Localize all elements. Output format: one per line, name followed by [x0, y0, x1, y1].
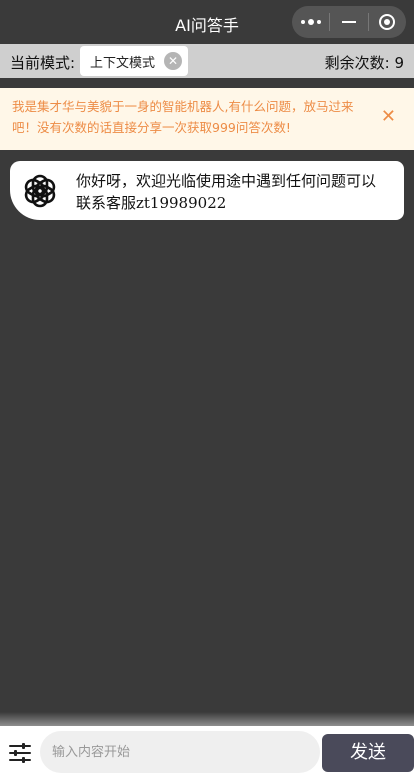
sliders-icon[interactable]: [8, 741, 32, 765]
send-button[interactable]: 发送: [322, 734, 414, 772]
composer-bar: 发送: [0, 726, 414, 780]
mode-label: 当前模式:: [10, 54, 76, 72]
close-app-button[interactable]: [369, 6, 406, 38]
mode-selector-chip[interactable]: 上下文模式 ✕: [80, 46, 188, 76]
top-navigation-bar: AI问答手: [0, 0, 414, 44]
minimize-button[interactable]: [330, 6, 367, 38]
remaining-value: 9: [394, 54, 404, 72]
current-mode: 上下文模式: [90, 55, 156, 71]
remaining-label: 剩余次数:: [324, 54, 390, 72]
message-text: 你好呀，欢迎光临使用途中遇到任何问题可以联系客服zt19989022: [76, 172, 377, 212]
notice-close-icon[interactable]: ✕: [381, 108, 396, 126]
remaining-count: 剩余次数: 9: [325, 52, 404, 73]
openai-logo-icon: [10, 161, 70, 220]
target-circle-icon: [379, 14, 396, 30]
minus-icon: [341, 21, 356, 23]
more-dots-icon: [300, 19, 321, 25]
message-input[interactable]: [40, 731, 320, 773]
notice-banner: 我是集才华与美貌于一身的智能机器人,有什么问题，放马过来吧！没有次数的话直接分享…: [0, 88, 414, 150]
clear-mode-icon[interactable]: ✕: [164, 52, 182, 70]
bot-message-bubble: 你好呀，欢迎光临使用途中遇到任何问题可以联系客服zt19989022: [10, 161, 404, 220]
more-menu-button[interactable]: [292, 6, 329, 38]
mode-bar: 当前模式: 上下文模式 ✕ 剩余次数: 9: [0, 44, 414, 78]
notice-text: 我是集才华与美貌于一身的智能机器人,有什么问题，放马过来吧！没有次数的话直接分享…: [12, 99, 354, 135]
mini-program-capsule: [292, 6, 406, 38]
